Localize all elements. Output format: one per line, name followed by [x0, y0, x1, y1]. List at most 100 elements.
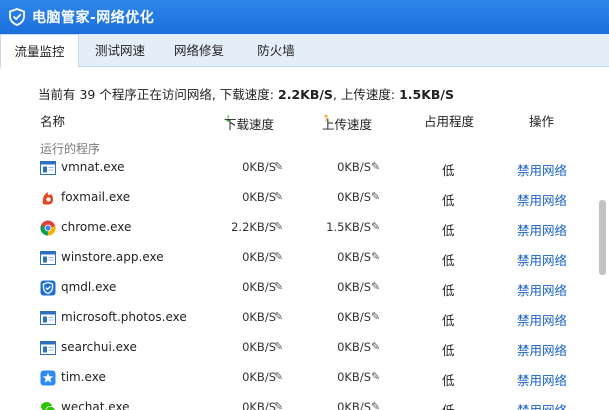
table-row: searchui.exe 0KB/S ✎ 0KB/S ✎ 低禁用网络	[0, 333, 600, 363]
disable-network-link[interactable]: 禁用网络	[517, 370, 567, 389]
disable-network-link[interactable]: 禁用网络	[517, 160, 567, 179]
edit-download-limit-icon[interactable]: ✎	[274, 370, 283, 383]
tab-bar: 流量监控 测试网速 网络修复 防火墙	[0, 34, 609, 68]
upload-speed: 0KB/S	[337, 400, 371, 410]
window-title: 电脑管家-网络优化	[32, 10, 155, 26]
download-speed: 0KB/S	[242, 250, 276, 264]
upload-speed: 1.5KB/S	[326, 220, 371, 234]
edit-upload-limit-icon[interactable]: ✎	[371, 340, 380, 353]
disable-network-link[interactable]: 禁用网络	[517, 220, 567, 239]
download-speed: 0KB/S	[242, 370, 276, 384]
edit-download-limit-icon[interactable]: ✎	[274, 250, 283, 263]
upload-speed: 0KB/S	[337, 280, 371, 294]
window-app-icon	[40, 160, 56, 176]
usage-level: 低	[442, 373, 455, 388]
download-speed: 0KB/S	[242, 400, 276, 410]
edit-upload-limit-icon[interactable]: ✎	[371, 160, 380, 173]
program-name: wechat.exe	[61, 400, 130, 410]
edit-upload-limit-icon[interactable]: ✎	[371, 400, 380, 410]
usage-level: 低	[442, 193, 455, 208]
table-row: vmnat.exe 0KB/S ✎ 0KB/S ✎ 低禁用网络	[0, 153, 600, 183]
summary-download-speed: 2.2KB/S	[278, 87, 333, 102]
edit-download-limit-icon[interactable]: ✎	[274, 220, 283, 233]
upload-speed: 0KB/S	[337, 160, 371, 174]
disable-network-link[interactable]: 禁用网络	[517, 250, 567, 269]
window-app-icon	[40, 250, 56, 266]
tim-star-icon	[40, 370, 56, 386]
download-speed: 2.2KB/S	[231, 220, 276, 234]
edit-download-limit-icon[interactable]: ✎	[274, 340, 283, 353]
upload-speed: 0KB/S	[337, 370, 371, 384]
column-action: 操作	[529, 114, 555, 129]
upload-speed: 0KB/S	[337, 310, 371, 324]
edit-upload-limit-icon[interactable]: ✎	[371, 370, 380, 383]
wechat-icon	[40, 400, 56, 410]
tab-network-repair[interactable]: 网络修复	[161, 34, 237, 67]
upload-speed: 0KB/S	[337, 190, 371, 204]
edit-upload-limit-icon[interactable]: ✎	[371, 220, 380, 233]
disable-network-link[interactable]: 禁用网络	[517, 400, 567, 410]
table-row: microsoft.photos.exe 0KB/S ✎ 0KB/S ✎ 低禁用网络	[0, 303, 600, 333]
usage-level: 低	[442, 163, 455, 178]
title-bar: 电脑管家-网络优化	[0, 0, 609, 34]
disable-network-link[interactable]: 禁用网络	[517, 310, 567, 329]
program-name: microsoft.photos.exe	[61, 310, 187, 324]
program-name: qmdl.exe	[61, 280, 117, 294]
table-row: qmdl.exe 0KB/S ✎ 0KB/S ✎ 低禁用网络	[0, 273, 600, 303]
column-upload-label: 上传速度	[322, 117, 373, 132]
edit-download-limit-icon[interactable]: ✎	[274, 160, 283, 173]
table-row: foxmail.exe 0KB/S ✎ 0KB/S ✎ 低禁用网络	[0, 183, 600, 213]
program-name: vmnat.exe	[61, 160, 125, 174]
disable-network-link[interactable]: 禁用网络	[517, 280, 567, 299]
download-speed: 0KB/S	[242, 340, 276, 354]
usage-level: 低	[442, 283, 455, 298]
edit-upload-limit-icon[interactable]: ✎	[371, 310, 380, 323]
chrome-icon	[40, 220, 56, 236]
column-name[interactable]: 名称	[40, 111, 65, 130]
usage-level: 低	[442, 343, 455, 358]
usage-level: 低	[442, 400, 455, 410]
download-speed: 0KB/S	[242, 280, 276, 294]
disable-network-link[interactable]: 禁用网络	[517, 340, 567, 359]
table-row: chrome.exe 2.2KB/S ✎ 1.5KB/S ✎ 低禁用网络	[0, 213, 600, 243]
traffic-summary: 当前有 39 个程序正在访问网络, 下载速度: 2.2KB/S, 上传速度: 1…	[38, 84, 454, 103]
edit-download-limit-icon[interactable]: ✎	[274, 280, 283, 293]
table-header: 名称 ↓ 下载速度 ↑ 上传速度 占用程度 操作	[0, 108, 600, 132]
download-speed: 0KB/S	[242, 310, 276, 324]
summary-middle: , 上传速度:	[332, 87, 400, 102]
table-row: winstore.app.exe 0KB/S ✎ 0KB/S ✎ 低禁用网络	[0, 243, 600, 273]
upload-speed: 0KB/S	[337, 250, 371, 264]
window-app-icon	[40, 310, 56, 326]
usage-level: 低	[442, 313, 455, 328]
foxmail-icon	[40, 190, 56, 206]
summary-upload-speed: 1.5KB/S	[399, 87, 455, 102]
disable-network-link[interactable]: 禁用网络	[517, 190, 567, 209]
tab-firewall[interactable]: 防火墙	[240, 34, 312, 67]
download-speed: 0KB/S	[242, 190, 276, 204]
edit-download-limit-icon[interactable]: ✎	[274, 310, 283, 323]
edit-upload-limit-icon[interactable]: ✎	[371, 190, 380, 203]
table-row: wechat.exe0KB/S✎0KB/S✎低禁用网络	[0, 393, 600, 410]
edit-download-limit-icon[interactable]: ✎	[274, 190, 283, 203]
column-priority[interactable]: 占用程度	[424, 111, 474, 130]
scrollbar-thumb[interactable]	[599, 200, 606, 275]
window-app-icon	[40, 340, 56, 356]
program-name: winstore.app.exe	[61, 250, 164, 264]
program-name: foxmail.exe	[61, 190, 131, 204]
column-download-label: 下载速度	[224, 117, 275, 132]
program-name: searchui.exe	[61, 340, 137, 354]
program-name: chrome.exe	[61, 220, 132, 234]
tab-traffic-monitor[interactable]: 流量监控	[0, 34, 79, 68]
usage-level: 低	[442, 223, 455, 238]
usage-level: 低	[442, 253, 455, 268]
program-name: tim.exe	[61, 370, 106, 384]
pc-manager-shield-icon	[9, 8, 25, 26]
edit-upload-limit-icon[interactable]: ✎	[371, 250, 380, 263]
edit-download-limit-icon[interactable]: ✎	[274, 400, 283, 410]
edit-upload-limit-icon[interactable]: ✎	[371, 280, 380, 293]
download-speed: 0KB/S	[242, 160, 276, 174]
table-row: tim.exe 0KB/S ✎ 0KB/S ✎ 低禁用网络	[0, 363, 600, 393]
tab-speed-test[interactable]: 测试网速	[82, 34, 158, 67]
summary-prefix: 当前有 39 个程序正在访问网络, 下载速度:	[38, 87, 278, 102]
upload-speed: 0KB/S	[337, 340, 371, 354]
